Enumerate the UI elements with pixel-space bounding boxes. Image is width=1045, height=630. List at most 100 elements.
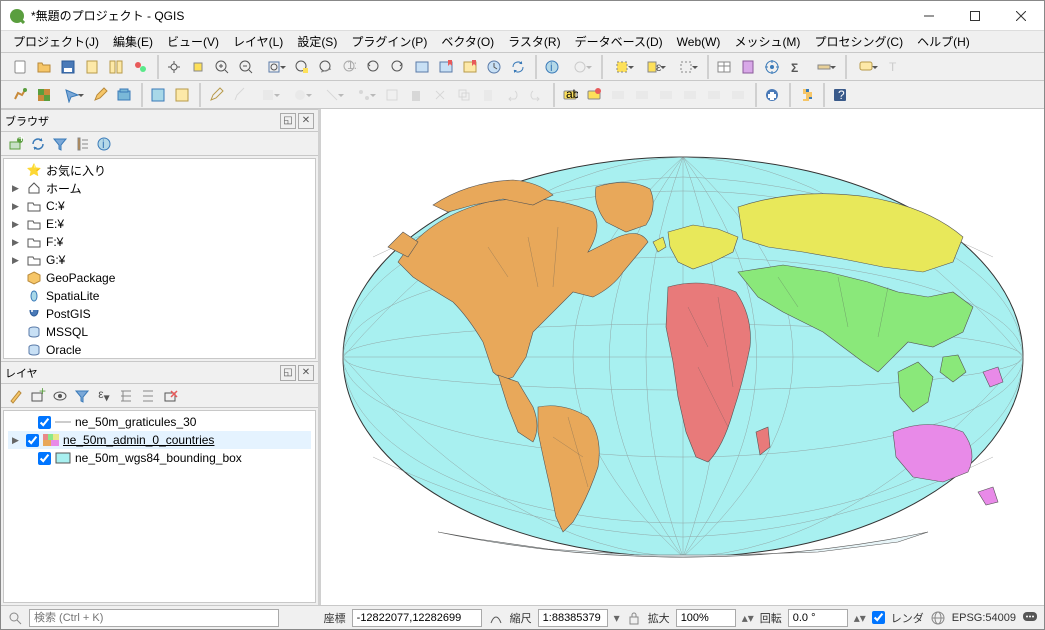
digitize-button[interactable] xyxy=(317,84,347,106)
scale-input[interactable] xyxy=(538,609,608,627)
select-features-button[interactable] xyxy=(607,56,637,78)
layer-expand-icon[interactable] xyxy=(117,387,135,405)
layer-remove-icon[interactable] xyxy=(161,387,179,405)
layers-undock-button[interactable]: ◱ xyxy=(280,365,296,381)
menu-web[interactable]: Web(W) xyxy=(671,33,727,51)
new-vector-button[interactable] xyxy=(57,84,87,106)
save-all-edits-button[interactable] xyxy=(253,84,283,106)
zoom-input[interactable] xyxy=(676,609,736,627)
undo-button[interactable] xyxy=(501,84,523,106)
vertex-tool-button[interactable] xyxy=(349,84,379,106)
annotation-button[interactable]: T xyxy=(883,56,905,78)
select-expression-button[interactable]: ε xyxy=(639,56,669,78)
tree-drive-f[interactable]: ▶F:¥ xyxy=(8,233,311,251)
browser-close-button[interactable]: ✕ xyxy=(298,113,314,129)
messages-icon[interactable] xyxy=(1022,610,1038,626)
lock-icon[interactable] xyxy=(626,610,642,626)
map-canvas[interactable] xyxy=(321,109,1044,605)
zoom-selection-button[interactable] xyxy=(291,56,313,78)
menu-project[interactable]: プロジェクト(J) xyxy=(7,31,105,52)
extents-icon[interactable] xyxy=(488,610,504,626)
collapse-icon[interactable] xyxy=(73,135,91,153)
python-console-button[interactable] xyxy=(795,84,817,106)
field-calc-button[interactable] xyxy=(737,56,759,78)
menu-edit[interactable]: 編集(E) xyxy=(107,31,159,52)
action-button[interactable] xyxy=(565,56,595,78)
measure-button[interactable] xyxy=(809,56,839,78)
crs-icon[interactable] xyxy=(930,610,946,626)
menu-help[interactable]: ヘルプ(H) xyxy=(911,31,976,52)
browser-undock-button[interactable]: ◱ xyxy=(280,113,296,129)
paste-button[interactable] xyxy=(477,84,499,106)
pan-to-selection-button[interactable] xyxy=(187,56,209,78)
add-feature-button[interactable] xyxy=(285,84,315,106)
change-label-button[interactable] xyxy=(727,84,749,106)
properties-icon[interactable]: i xyxy=(95,135,113,153)
stats-button[interactable]: Σ xyxy=(785,56,807,78)
browser-tree[interactable]: ⭐お気に入り ▶ホーム ▶C:¥ ▶E:¥ ▶F:¥ ▶G:¥ GeoPacka… xyxy=(3,158,316,359)
new-project-button[interactable] xyxy=(9,56,31,78)
tree-spatialite[interactable]: SpatiaLite xyxy=(8,287,311,305)
add-raster-button[interactable] xyxy=(33,84,55,106)
layer-filter-icon[interactable] xyxy=(73,387,91,405)
show-label-button[interactable] xyxy=(655,84,677,106)
tree-home[interactable]: ▶ホーム xyxy=(8,179,311,197)
maximize-button[interactable] xyxy=(952,1,998,31)
refresh-icon[interactable] xyxy=(29,135,47,153)
plugin-manager-button[interactable] xyxy=(761,84,783,106)
menu-database[interactable]: データベース(D) xyxy=(569,31,669,52)
redo-button[interactable] xyxy=(525,84,547,106)
deselect-button[interactable] xyxy=(671,56,701,78)
epsg-label[interactable]: EPSG:54009 xyxy=(952,612,1016,624)
open-project-button[interactable] xyxy=(33,56,55,78)
pin-label-button[interactable] xyxy=(631,84,653,106)
temporal-button[interactable] xyxy=(483,56,505,78)
layer-checkbox[interactable] xyxy=(38,452,51,465)
identify-button[interactable]: i xyxy=(541,56,563,78)
layer-visibility-icon[interactable] xyxy=(51,387,69,405)
tree-drive-c[interactable]: ▶C:¥ xyxy=(8,197,311,215)
layer-collapse-icon[interactable] xyxy=(139,387,157,405)
minimize-button[interactable] xyxy=(906,1,952,31)
tree-favorites[interactable]: ⭐お気に入り xyxy=(8,161,311,179)
refresh-button[interactable] xyxy=(507,56,529,78)
coord-input[interactable] xyxy=(352,609,482,627)
filter-icon[interactable] xyxy=(51,135,69,153)
zoom-last-button[interactable] xyxy=(363,56,385,78)
zoom-layer-button[interactable] xyxy=(315,56,337,78)
menu-settings[interactable]: 設定(S) xyxy=(291,31,343,52)
menu-mesh[interactable]: メッシュ(M) xyxy=(728,31,806,52)
tree-drive-g[interactable]: ▶G:¥ xyxy=(8,251,311,269)
close-button[interactable] xyxy=(998,1,1044,31)
add-xyz-button[interactable] xyxy=(171,84,193,106)
layer-checkbox[interactable] xyxy=(26,434,39,447)
new-map-view-button[interactable] xyxy=(411,56,433,78)
zoom-next-button[interactable] xyxy=(387,56,409,78)
toolbox-button[interactable] xyxy=(761,56,783,78)
tree-drive-e[interactable]: ▶E:¥ xyxy=(8,215,311,233)
zoom-in-button[interactable] xyxy=(211,56,233,78)
add-vector-button[interactable] xyxy=(9,84,31,106)
zoom-out-button[interactable] xyxy=(235,56,257,78)
render-checkbox[interactable] xyxy=(872,611,885,624)
layers-tree[interactable]: ne_50m_graticules_30 ▶ ne_50m_admin_0_co… xyxy=(3,410,316,603)
layer-bounding-box[interactable]: ne_50m_wgs84_bounding_box xyxy=(8,449,311,467)
bookmarks-button[interactable] xyxy=(459,56,481,78)
menu-plugins[interactable]: プラグイン(P) xyxy=(345,31,433,52)
rot-input[interactable] xyxy=(788,609,848,627)
tree-geopackage[interactable]: GeoPackage xyxy=(8,269,311,287)
menu-raster[interactable]: ラスタ(R) xyxy=(502,31,566,52)
delete-feature-button[interactable] xyxy=(405,84,427,106)
tree-mssql[interactable]: MSSQL xyxy=(8,323,311,341)
move-label-button[interactable] xyxy=(679,84,701,106)
highlight-button[interactable] xyxy=(607,84,629,106)
layer-expression-icon[interactable]: ε▾ xyxy=(95,387,113,405)
tree-oracle[interactable]: Oracle xyxy=(8,341,311,359)
tree-postgis[interactable]: PostGIS xyxy=(8,305,311,323)
open-table-button[interactable] xyxy=(713,56,735,78)
menu-processing[interactable]: プロセシング(C) xyxy=(808,31,909,52)
new-bookmark-button[interactable] xyxy=(435,56,457,78)
layer-style-icon[interactable] xyxy=(7,387,25,405)
new-layout-button[interactable] xyxy=(81,56,103,78)
help-button[interactable]: ? xyxy=(829,84,851,106)
